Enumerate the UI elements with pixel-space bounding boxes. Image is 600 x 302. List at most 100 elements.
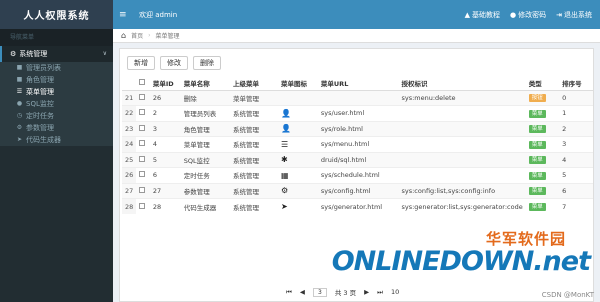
row-checkbox[interactable]	[139, 124, 146, 131]
cell-menu-url: sys/schedule.html	[317, 167, 399, 183]
col-order[interactable]: 排序号	[559, 77, 593, 91]
type-badge: 菜单	[528, 171, 546, 180]
add-button[interactable]: 新增	[127, 56, 155, 70]
cell-menu-name: 角色管理	[180, 120, 231, 137]
menu-icon: 👤	[280, 108, 291, 118]
table-row[interactable]: 22 2 管理员列表 系统管理 👤 sys/user.html 菜单 1	[122, 105, 593, 121]
prev-page-icon[interactable]: ◀	[300, 288, 305, 296]
table-row[interactable]: 25 5 SQL监控 系统管理 ✱ druid/sql.html 菜单 4	[122, 151, 593, 168]
table-row[interactable]: 27 27 参数管理 系统管理 ⚙ sys/config.html sys:config:l…	[122, 182, 593, 199]
menu-icon: ➤	[280, 202, 288, 211]
table-row[interactable]: 28 28 代码生成器 系统管理 ➤ sys/generator.html sys:gene…	[122, 198, 593, 214]
sidebar-item-roles[interactable]: ■ 角色管理	[0, 74, 113, 86]
last-page-icon[interactable]: ⏭	[377, 288, 383, 297]
col-parent-menu[interactable]: 上级菜单	[230, 77, 278, 91]
select-all-checkbox[interactable]	[139, 79, 146, 86]
tutorial-label: 基础教程	[472, 10, 501, 19]
sidebar-group-label: 系统管理	[19, 50, 48, 58]
row-checkbox[interactable]	[139, 202, 146, 209]
app-logo: 人人权限系统	[0, 0, 113, 29]
cell-menu-url: sys/menu.html	[317, 136, 399, 152]
logout-label: 退出系统	[564, 10, 592, 19]
cell-perms	[398, 151, 526, 168]
sidebar-item-menus[interactable]: ☰ 菜单管理	[0, 86, 113, 98]
cell-menu-id: 27	[149, 182, 181, 199]
sidebar-item-schedule[interactable]: ◷ 定时任务	[0, 110, 113, 122]
row-checkbox[interactable]	[139, 93, 146, 100]
sidebar-group-system[interactable]: ⚙ 系统管理 ∨	[0, 46, 113, 62]
sidebar-item-config[interactable]: ⚙ 参数管理	[0, 122, 113, 134]
row-checkbox-cell[interactable]	[136, 151, 150, 168]
page-number-input[interactable]: 3	[312, 287, 327, 297]
cell-menu-icon	[277, 89, 318, 106]
breadcrumb-separator: ›	[148, 32, 151, 39]
sidebar-item-generator[interactable]: ➤ 代码生成器	[0, 134, 113, 146]
sidebar-item-label: 代码生成器	[26, 136, 61, 144]
table-row[interactable]: 23 3 角色管理 系统管理 👤 sys/role.html 菜单 2	[122, 120, 593, 137]
cell-order: 1	[559, 105, 593, 121]
cell-menu-name: 代码生成器	[180, 198, 231, 214]
cell-menu-name: 定时任务	[180, 167, 231, 183]
cell-type: 菜单	[525, 151, 560, 168]
cell-perms	[398, 136, 526, 152]
watermark-credit: CSDN @MonKT	[541, 291, 594, 299]
row-number: 26	[122, 167, 137, 183]
edit-button[interactable]: 修改	[160, 56, 188, 70]
page-size-select[interactable]: 10	[391, 288, 399, 296]
row-checkbox-cell[interactable]	[136, 105, 150, 121]
col-menu-url[interactable]: 菜单URL	[317, 77, 399, 91]
role-icon: ■	[16, 76, 23, 83]
row-checkbox-cell[interactable]	[136, 198, 150, 214]
type-badge: 菜单	[528, 203, 546, 211]
cell-menu-id: 2	[149, 105, 181, 121]
col-menu-icon[interactable]: 菜单图标	[277, 77, 318, 91]
home-icon[interactable]: ⌂	[121, 31, 126, 40]
row-checkbox[interactable]	[139, 155, 146, 162]
sidebar-item-sql[interactable]: ● SQL监控	[0, 98, 113, 110]
row-checkbox-cell[interactable]	[136, 182, 150, 199]
row-checkbox[interactable]	[139, 109, 146, 116]
delete-button[interactable]: 删除	[193, 56, 221, 70]
tutorial-link[interactable]: ▲ 基础教程	[465, 10, 500, 20]
col-perms[interactable]: 授权标识	[398, 77, 526, 91]
cell-menu-id: 6	[149, 167, 181, 183]
change-password-link[interactable]: ● 修改密码	[510, 10, 546, 20]
watermark: 华军软件园 ONLINEDOWN.net CSDN @MonKT	[332, 224, 600, 302]
cell-order: 0	[559, 89, 593, 106]
row-checkbox-cell[interactable]	[136, 136, 150, 152]
col-menu-name[interactable]: 菜单名称	[180, 77, 231, 91]
select-all-header[interactable]	[136, 77, 150, 91]
row-checkbox-cell[interactable]	[136, 167, 150, 183]
row-checkbox-cell[interactable]	[136, 89, 150, 106]
watermark-logo: ONLINEDOWN.net	[331, 246, 591, 277]
table-row[interactable]: 26 6 定时任务 系统管理 ▦ sys/schedule.html 菜单 5	[122, 167, 593, 183]
tutorial-icon: ▲	[464, 10, 471, 19]
table-row[interactable]: 24 4 菜单管理 系统管理 ☰ sys/menu.html 菜单 3	[122, 136, 593, 152]
menu-icon: 👤	[280, 124, 291, 134]
cell-menu-url: sys/config.html	[317, 182, 399, 199]
col-menu-id[interactable]: 菜单ID	[149, 77, 181, 91]
row-number: 28	[122, 198, 137, 214]
row-number: 27	[122, 182, 137, 199]
bug-icon: ●	[16, 100, 23, 107]
row-number-header	[122, 77, 137, 91]
row-number: 22	[122, 105, 137, 121]
row-checkbox[interactable]	[139, 171, 146, 178]
type-badge: 菜单	[528, 140, 546, 149]
breadcrumb-home[interactable]: 首页	[131, 31, 143, 40]
cell-type: 按钮	[525, 89, 560, 106]
sidebar-header: 导航菜单	[0, 29, 113, 46]
pager: ⏮ ◀ 3 共 3 页 ▶ ⏭ 10	[286, 287, 399, 297]
row-checkbox-cell[interactable]	[136, 120, 150, 137]
logout-link[interactable]: ⇥ 退出系统	[556, 10, 592, 20]
col-type[interactable]: 类型	[525, 77, 560, 91]
total-pages-text: 共 3 页	[334, 289, 357, 297]
first-page-icon[interactable]: ⏮	[286, 288, 292, 297]
row-checkbox[interactable]	[139, 140, 146, 147]
sidebar-item-label: 参数管理	[26, 124, 54, 132]
next-page-icon[interactable]: ▶	[364, 288, 369, 296]
row-checkbox[interactable]	[139, 186, 146, 193]
table-row[interactable]: 21 26 删除 菜单管理 sys:menu:delete 按钮 0	[122, 89, 593, 106]
menu-toggle-icon[interactable]: ≡	[119, 10, 133, 20]
sidebar-item-admin-list[interactable]: ■ 管理员列表	[0, 62, 113, 74]
